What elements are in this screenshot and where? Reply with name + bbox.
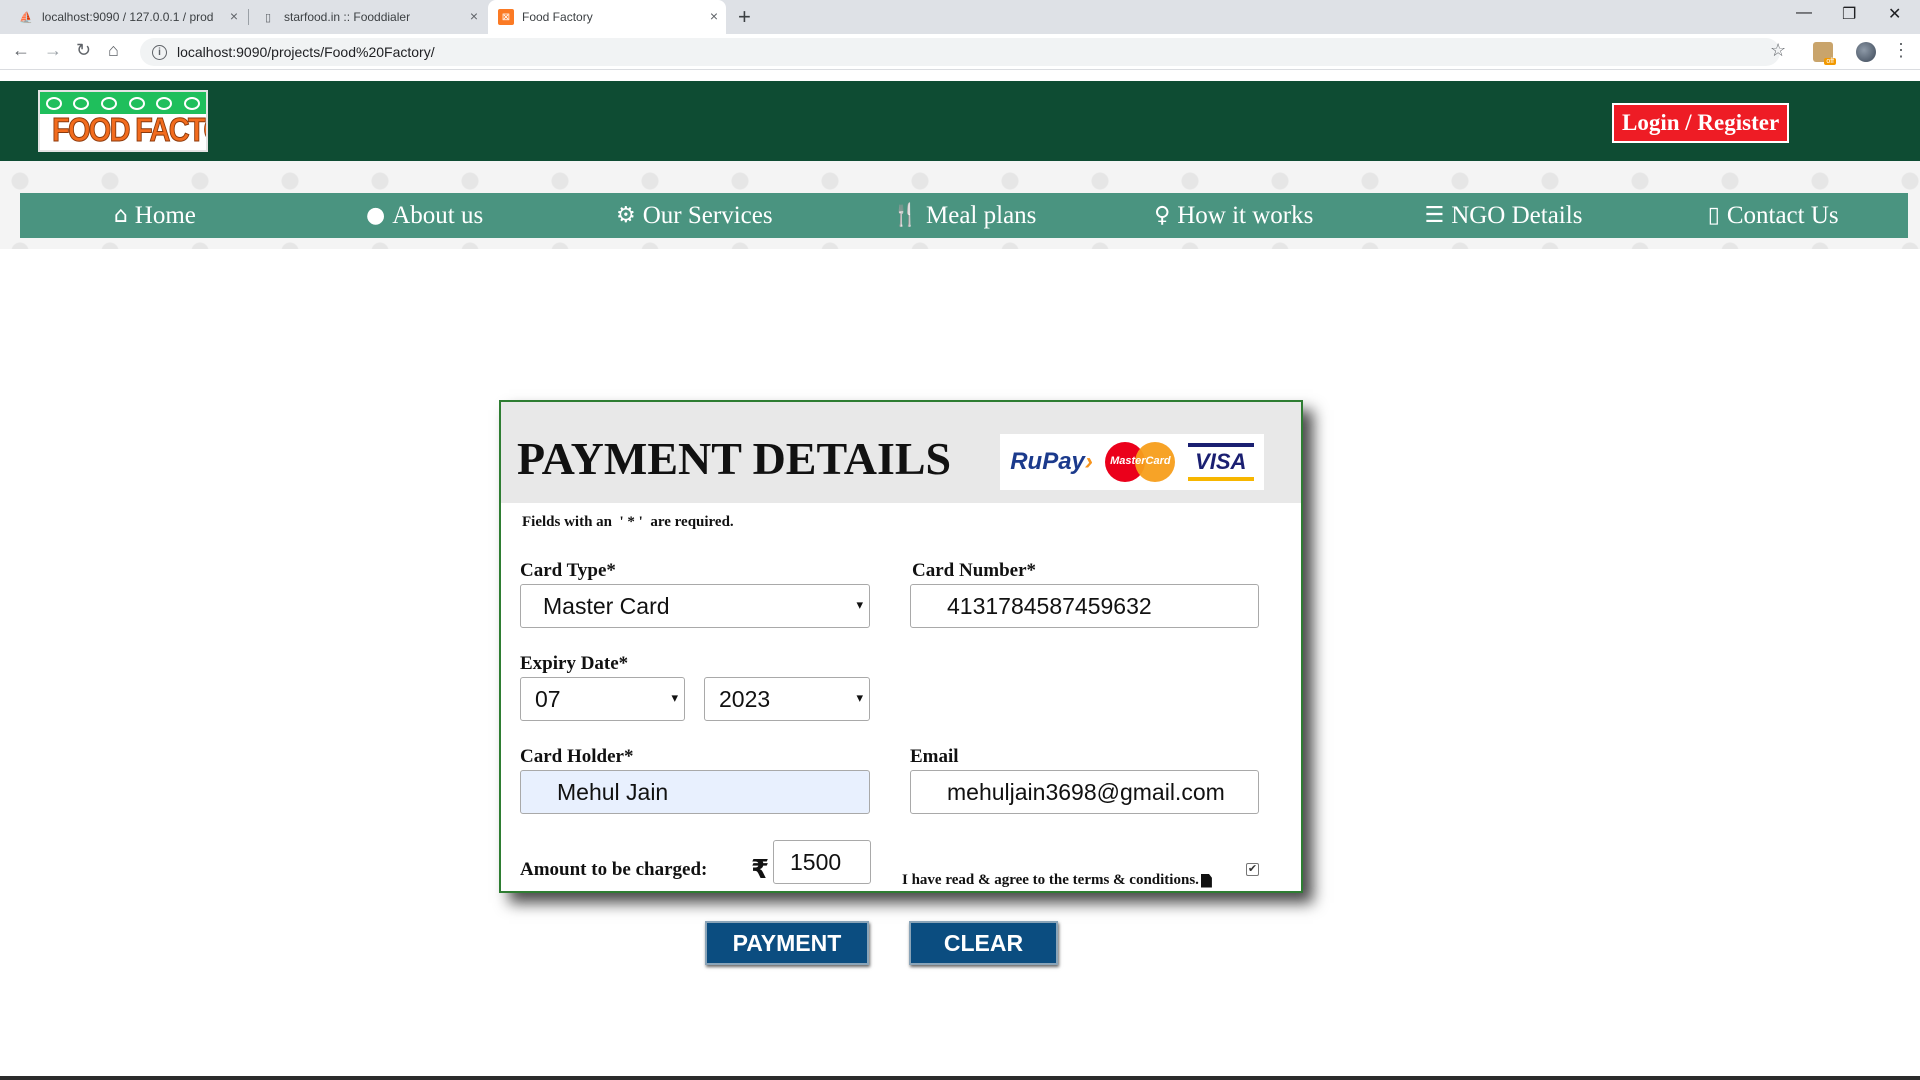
home-button-icon[interactable]: ⌂ <box>108 40 119 61</box>
payment-header: PAYMENT DETAILS RuPay› MasterCard VISA <box>501 402 1301 503</box>
main-navbar: ⌂ Home ● About us ⚙ Our Services 🍴 Meal … <box>20 193 1908 238</box>
page-favicon-icon: ▯ <box>264 11 272 24</box>
terms-text[interactable]: I have read & agree to the terms & condi… <box>902 872 1212 889</box>
payment-button[interactable]: PAYMENT <box>705 921 869 965</box>
browser-tab-food-factory[interactable]: ⊠ Food Factory × <box>488 0 726 34</box>
home-icon: ⌂ <box>113 203 128 228</box>
nav-item-how-it-works[interactable]: ♀ How it works <box>1099 202 1369 230</box>
gear-icon: ⚙ <box>616 203 636 228</box>
tab-title: localhost:9090 / 127.0.0.1 / prod <box>42 10 214 24</box>
visa-logo: VISA <box>1187 443 1254 481</box>
expiry-date-label: Expiry Date* <box>520 653 629 674</box>
tab-title: Food Factory <box>522 10 593 24</box>
browser-toolbar: ← → ↻ ⌂ i localhost:9090/projects/Food%2… <box>0 34 1920 70</box>
rupay-logo: RuPay› <box>1010 448 1093 475</box>
bookmark-star-icon[interactable]: ☆ <box>1770 40 1786 61</box>
mastercard-text: MasterCard <box>1110 455 1171 467</box>
nav-item-home[interactable]: ⌂ Home <box>20 202 290 230</box>
extension-icon[interactable]: off <box>1813 42 1836 65</box>
card-number-label: Card Number* <box>912 560 1037 581</box>
card-number-input[interactable]: 4131784587459632 <box>910 584 1259 628</box>
card-type-label: Card Type* <box>520 560 616 581</box>
profile-avatar[interactable] <box>1856 42 1876 62</box>
tab-close-icon[interactable]: × <box>710 8 718 24</box>
reload-icon[interactable]: ↻ <box>76 40 91 61</box>
xampp-favicon-icon: ⊠ <box>498 9 514 25</box>
new-tab-button[interactable]: + <box>738 4 751 30</box>
accepted-cards-logo: RuPay› MasterCard VISA <box>1000 434 1264 490</box>
site-info-icon[interactable]: i <box>152 44 167 60</box>
browser-tab-phpmyadmin[interactable]: ⛵ localhost:9090 / 127.0.0.1 / prod × <box>8 0 246 34</box>
nav-label: Meal plans <box>926 201 1037 229</box>
amount-value: 1500 <box>790 848 842 875</box>
mobile-icon: ▯ <box>1707 203 1720 228</box>
page-viewport: FOOD FACTORY Login / Register ⌂ Home ● A… <box>0 71 1920 1080</box>
expiry-month-value: 07 <box>535 685 561 712</box>
restore-button[interactable]: ❐ <box>1842 4 1856 24</box>
browser-tab-starfood[interactable]: ▯ starfood.in :: Fooddialer × <box>250 0 486 34</box>
card-holder-input[interactable]: Mehul Jain <box>520 770 870 814</box>
nav-item-services[interactable]: ⚙ Our Services <box>559 202 829 230</box>
page-title: PAYMENT DETAILS <box>517 433 952 484</box>
amount-label: Amount to be charged: <box>520 859 708 880</box>
email-label: Email <box>910 746 959 767</box>
site-header: FOOD FACTORY Login / Register <box>0 81 1920 161</box>
rupay-text: RuPay <box>1010 448 1085 475</box>
payment-card: PAYMENT DETAILS RuPay› MasterCard VISA F… <box>499 400 1303 965</box>
card-type-select[interactable]: Master Card <box>520 584 870 628</box>
login-register-button[interactable]: Login / Register <box>1612 103 1790 143</box>
rupee-icon: ₹ <box>751 855 770 885</box>
forward-arrow-icon[interactable]: → <box>44 40 62 61</box>
expiry-year-select[interactable]: 2023 <box>704 677 870 721</box>
clear-button[interactable]: CLEAR <box>909 921 1058 965</box>
nav-item-ngo-details[interactable]: ☰ NGO Details <box>1369 202 1639 230</box>
cutlery-icon: 🍴 <box>891 203 920 228</box>
email-input[interactable]: mehuljain3698@gmail.com <box>910 770 1259 814</box>
lightbulb-icon: ♀ <box>1154 203 1171 228</box>
tab-close-icon[interactable]: × <box>470 8 478 24</box>
nav-item-about[interactable]: ● About us <box>290 202 560 230</box>
user-icon: ● <box>365 203 386 228</box>
mastercard-logo: MasterCard <box>1105 442 1176 482</box>
minimize-button[interactable]: — <box>1796 4 1812 22</box>
card-number-value: 4131784587459632 <box>947 592 1152 619</box>
nav-label: Our Services <box>642 201 773 229</box>
browser-tabstrip: ⛵ localhost:9090 / 127.0.0.1 / prod × ▯ … <box>0 0 1920 34</box>
terms-label: I have read & agree to the terms & condi… <box>902 872 1199 888</box>
nav-item-contact[interactable]: ▯ Contact Us <box>1638 202 1908 230</box>
url-text: localhost:9090/projects/Food%20Factory/ <box>177 44 435 60</box>
card-holder-value: Mehul Jain <box>557 778 669 805</box>
nav-label: About us <box>392 201 484 229</box>
terms-checkbox[interactable]: ✔ <box>1246 863 1259 876</box>
amount-input[interactable]: 1500 <box>773 840 871 884</box>
logo-text: FOOD FACTORY <box>51 111 206 149</box>
tab-close-icon[interactable]: × <box>230 8 238 24</box>
nav-label: How it works <box>1177 201 1314 229</box>
browser-menu-icon[interactable]: ⋮ <box>1892 40 1910 61</box>
bottom-border <box>0 1076 1920 1080</box>
email-value: mehuljain3698@gmail.com <box>947 778 1225 805</box>
expiry-year-value: 2023 <box>719 685 771 712</box>
nav-label: Home <box>134 201 196 229</box>
nav-label: Contact Us <box>1726 201 1839 229</box>
food-factory-logo[interactable]: FOOD FACTORY <box>38 90 208 152</box>
tab-divider <box>248 9 249 25</box>
expiry-month-select[interactable]: 07 <box>520 677 685 721</box>
nav-label: NGO Details <box>1451 201 1583 229</box>
card-type-value: Master Card <box>543 592 670 619</box>
phpmyadmin-favicon-icon: ⛵ <box>19 11 33 24</box>
close-window-button[interactable]: ✕ <box>1888 4 1901 24</box>
document-icon <box>1200 873 1212 888</box>
back-arrow-icon[interactable]: ← <box>12 40 30 61</box>
card-holder-label: Card Holder* <box>520 746 634 767</box>
address-bar[interactable]: i localhost:9090/projects/Food%20Factory… <box>140 38 1780 66</box>
list-icon: ☰ <box>1424 203 1445 228</box>
extension-badge: off <box>1824 58 1836 65</box>
tab-title: starfood.in :: Fooddialer <box>284 10 411 24</box>
nav-item-meal-plans[interactable]: 🍴 Meal plans <box>829 202 1099 230</box>
required-fields-note: Fields with an ' * ' are required. <box>522 514 734 530</box>
